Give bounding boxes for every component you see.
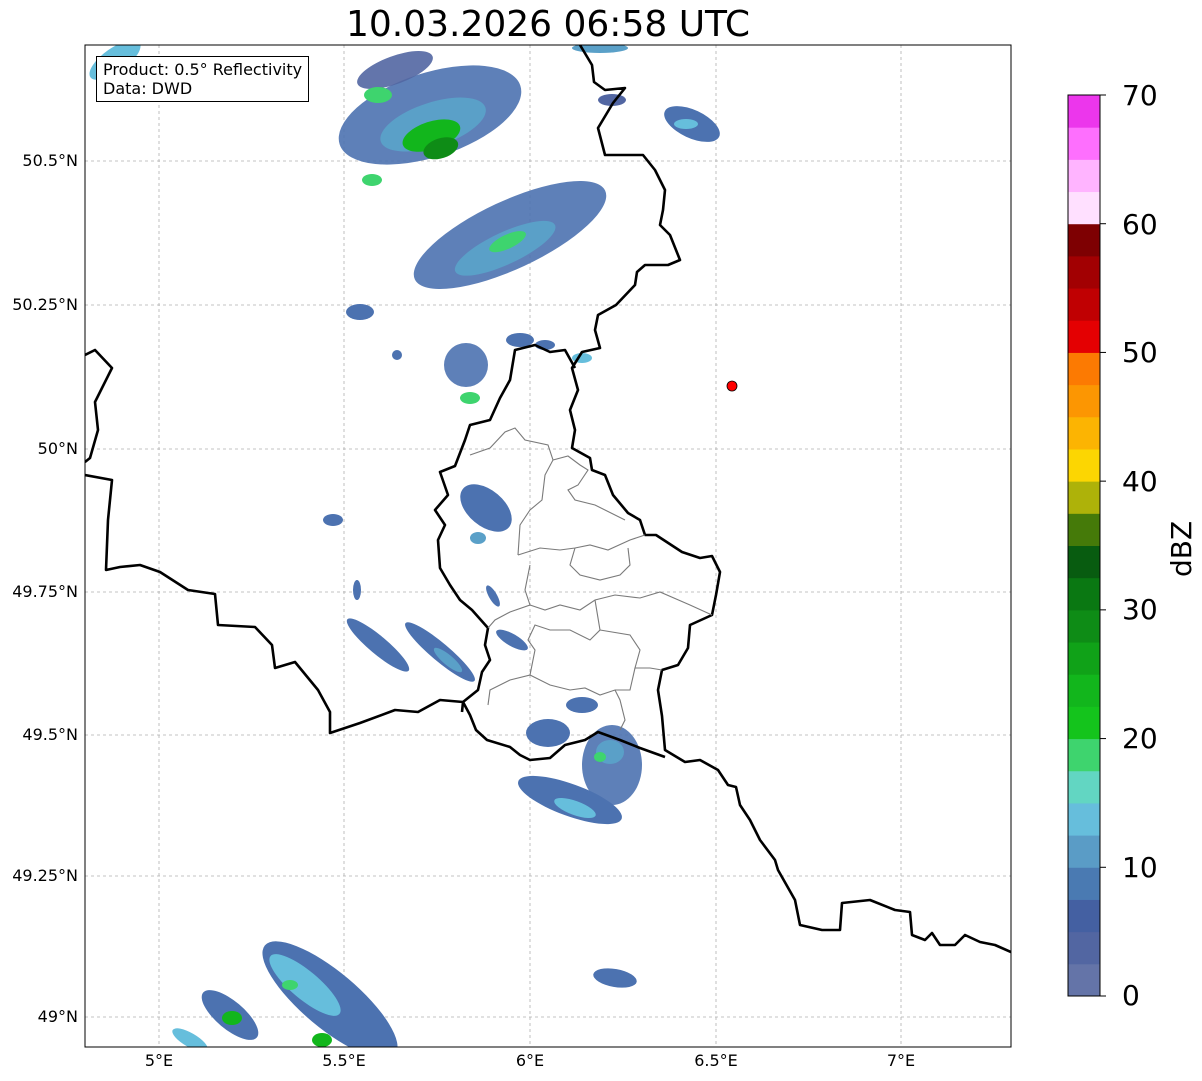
colorbar-segment xyxy=(1068,384,1100,418)
colorbar-tick-label: 50 xyxy=(1122,336,1158,369)
lat-tick-label: 50.5°N xyxy=(22,151,78,170)
region-boundaries xyxy=(469,427,713,731)
lon-tick-label: 5°E xyxy=(144,1051,174,1070)
colorbar-segment xyxy=(1068,931,1100,965)
product-label: Product: 0.5° Reflectivity xyxy=(103,60,303,79)
colorbar-title: dBZ xyxy=(1165,520,1198,577)
colorbar-tick-label: 30 xyxy=(1122,593,1158,626)
lon-tick-label: 7°E xyxy=(886,1051,916,1070)
colorbar-tick-label: 60 xyxy=(1122,208,1158,241)
lat-tick-label: 49°N xyxy=(37,1007,78,1026)
colorbar-segment xyxy=(1068,642,1100,675)
colorbar-tick-label: 40 xyxy=(1122,465,1158,498)
colorbar-segment xyxy=(1068,288,1100,321)
colorbar-segment xyxy=(1068,255,1100,289)
lat-tick-label: 49.25°N xyxy=(12,866,78,885)
lon-tick-label: 6°E xyxy=(515,1051,545,1070)
colorbar-segment xyxy=(1068,706,1100,740)
colorbar-segment xyxy=(1068,223,1100,257)
colorbar-segment xyxy=(1068,416,1100,450)
data-source-label: Data: DWD xyxy=(103,79,193,98)
colorbar-segment xyxy=(1068,802,1100,836)
colorbar-segment xyxy=(1068,95,1100,128)
radar-map xyxy=(84,44,1106,1048)
colorbar-segment xyxy=(1068,481,1100,514)
colorbar-tick-label: 10 xyxy=(1122,851,1158,884)
colorbar-segment xyxy=(1068,835,1100,868)
lat-tick-label: 50°N xyxy=(37,439,78,458)
lat-tick-label: 50.25°N xyxy=(12,295,78,314)
colorbar-segment xyxy=(1068,352,1100,386)
colorbar-tick-label: 70 xyxy=(1122,79,1158,112)
lon-tick-label: 5.5°E xyxy=(322,1051,366,1070)
colorbar-segment xyxy=(1068,191,1100,225)
colorbar-segment xyxy=(1068,448,1100,482)
colorbar-segment xyxy=(1068,545,1100,579)
colorbar-segment xyxy=(1068,738,1100,772)
colorbar-tick-label: 0 xyxy=(1122,979,1140,1012)
colorbar-segment xyxy=(1068,609,1100,643)
colorbar-segment xyxy=(1068,674,1100,707)
country-borders xyxy=(85,45,1011,954)
info-box: Product: 0.5° Reflectivity Data: DWD xyxy=(96,56,310,102)
colorbar-segment xyxy=(1068,770,1100,804)
colorbar-tick-label: 20 xyxy=(1122,722,1158,755)
colorbar-segment xyxy=(1068,577,1100,611)
colorbar-segment xyxy=(1068,899,1100,933)
colorbar xyxy=(1067,94,1106,997)
lon-tick-label: 6.5°E xyxy=(694,1051,738,1070)
colorbar-segment xyxy=(1068,159,1100,193)
colorbar-segment xyxy=(1068,963,1100,997)
colorbar-segment xyxy=(1068,867,1100,900)
radar-site-marker xyxy=(726,380,738,392)
colorbar-segment xyxy=(1068,513,1100,546)
lat-tick-label: 49.5°N xyxy=(22,725,78,744)
colorbar-segment xyxy=(1068,127,1100,160)
colorbar-segment xyxy=(1068,320,1100,353)
lat-tick-label: 49.75°N xyxy=(12,582,78,601)
